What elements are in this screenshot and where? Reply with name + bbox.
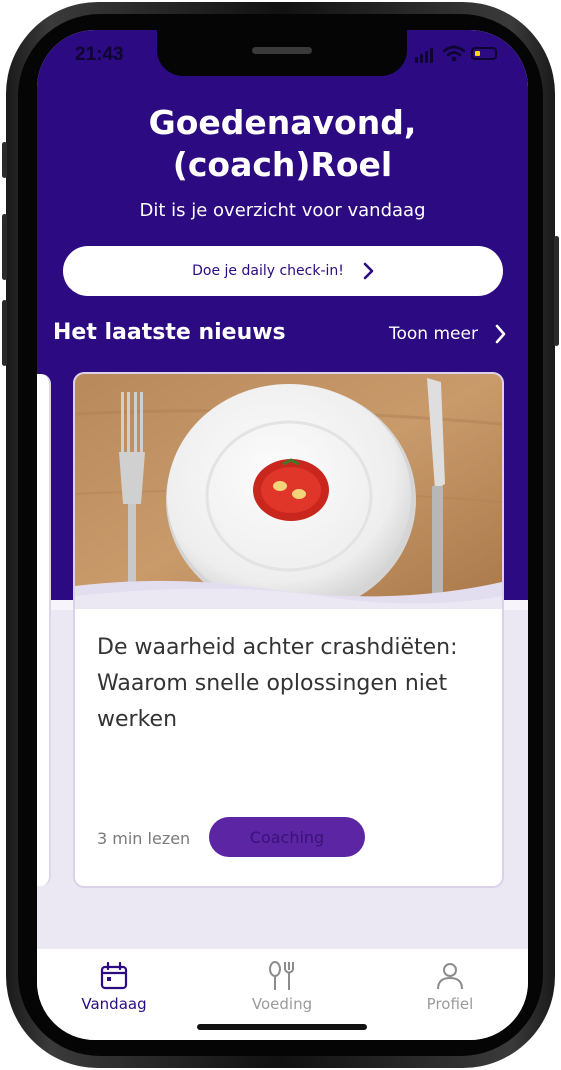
home-indicator bbox=[197, 1024, 367, 1030]
device-notch bbox=[157, 30, 407, 76]
greeting-title: Goedenavond, (coach)Roel bbox=[37, 102, 528, 186]
status-time: 21:43 bbox=[75, 44, 124, 65]
mute-switch bbox=[2, 142, 7, 178]
news-section-title: Het laatste nieuws bbox=[53, 320, 286, 345]
greeting-line-2: (coach)Roel bbox=[172, 145, 393, 184]
volume-up-button bbox=[2, 214, 7, 280]
person-icon bbox=[437, 963, 463, 990]
signal-bar-icon bbox=[430, 48, 433, 63]
daily-checkin-button[interactable]: Doe je daily check-in! bbox=[63, 246, 503, 296]
chevron-right-icon bbox=[495, 324, 506, 344]
tab-vandaag[interactable]: Vandaag bbox=[44, 961, 184, 1013]
show-more-link[interactable]: Toon meer bbox=[389, 324, 506, 344]
power-button bbox=[554, 236, 559, 346]
greeting-line-1: Goedenavond, bbox=[148, 103, 417, 142]
category-tag[interactable]: Coaching bbox=[209, 817, 365, 857]
fork-spoon-icon bbox=[269, 961, 294, 990]
show-more-label: Toon meer bbox=[389, 324, 478, 344]
wifi-icon bbox=[443, 45, 465, 62]
calendar-icon bbox=[100, 961, 128, 990]
tab-profiel[interactable]: Profiel bbox=[380, 961, 520, 1013]
article-read-time: 3 min lezen bbox=[97, 829, 191, 848]
tab-vandaag-label: Vandaag bbox=[81, 995, 147, 1013]
volume-down-button bbox=[2, 300, 7, 366]
tab-voeding[interactable]: Voeding bbox=[212, 961, 352, 1013]
tab-profiel-label: Profiel bbox=[426, 995, 474, 1013]
overview-subtitle: Dit is je overzicht voor vandaag bbox=[139, 200, 426, 221]
tab-voeding-label: Voeding bbox=[251, 995, 313, 1013]
battery-icon bbox=[471, 47, 497, 60]
signal-bar-icon bbox=[415, 57, 418, 63]
status-icons bbox=[415, 45, 505, 63]
signal-bar-icon bbox=[425, 51, 428, 63]
daily-checkin-label: Doe je daily check-in! bbox=[192, 263, 344, 279]
article-title: De waarheid achter crashdiëten: Waarom s… bbox=[97, 635, 458, 732]
previous-article-card[interactable] bbox=[37, 374, 51, 886]
category-tag-label: Coaching bbox=[249, 827, 325, 847]
chevron-right-icon bbox=[363, 262, 374, 280]
article-image bbox=[75, 374, 502, 609]
speaker-grille bbox=[252, 47, 312, 54]
article-card[interactable]: De waarheid achter crashdiëten: Waarom s… bbox=[75, 374, 502, 886]
signal-bar-icon bbox=[420, 54, 423, 63]
app-screen: 21:43 Goedenavond, (coach)Roel Dit is je… bbox=[37, 30, 528, 1040]
